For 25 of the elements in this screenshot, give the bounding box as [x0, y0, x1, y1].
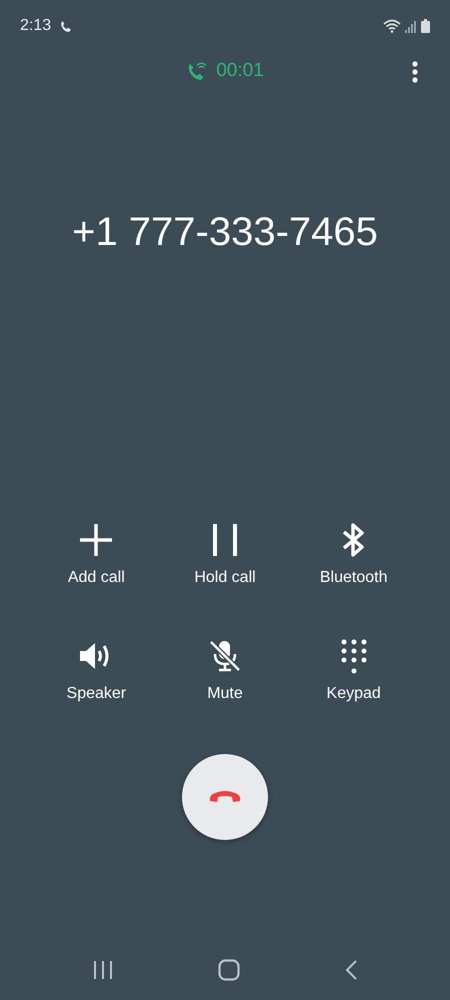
keypad-button[interactable]: Keypad — [289, 636, 418, 706]
speaker-button[interactable]: Speaker — [32, 636, 161, 706]
mute-button[interactable]: Mute — [160, 636, 290, 706]
plus-icon — [78, 522, 114, 558]
phone-icon — [59, 20, 72, 32]
status-time: 2:13 — [20, 16, 52, 36]
home-icon — [218, 958, 240, 981]
more-options-icon — [412, 60, 418, 83]
phone-number: +1 777-333-7465 — [72, 209, 378, 256]
more-options-button[interactable] — [412, 60, 418, 84]
wifi-call-icon — [186, 60, 208, 82]
recent-apps-icon — [92, 960, 113, 979]
back-icon — [345, 960, 358, 980]
muted-microphone-icon — [208, 639, 242, 673]
hang-up-icon — [208, 790, 242, 804]
battery-icon — [421, 19, 430, 33]
signal-icon — [405, 20, 417, 32]
wifi-icon — [383, 19, 401, 33]
pause-icon — [210, 522, 239, 558]
keypad-icon — [340, 638, 368, 674]
bluetooth-button[interactable]: Bluetooth — [289, 520, 418, 590]
hold-button[interactable]: Hold call — [160, 520, 290, 590]
call-duration: 00:01 — [216, 58, 264, 83]
add-button[interactable]: Add call — [32, 520, 161, 590]
bluetooth-icon — [340, 522, 367, 558]
